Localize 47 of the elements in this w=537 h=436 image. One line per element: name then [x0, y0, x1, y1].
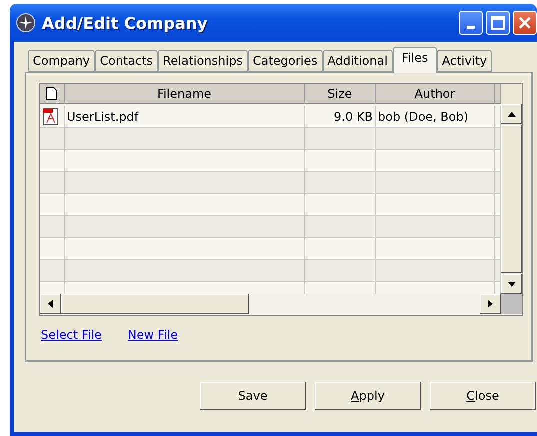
- table-cell: bob (Doe, Bob): [376, 106, 495, 128]
- pdf-file-icon: [42, 108, 60, 126]
- column-header: [495, 84, 501, 104]
- tab[interactable]: Activity: [437, 50, 492, 72]
- up-arrow-icon: [508, 112, 516, 116]
- table-cell: [305, 128, 376, 150]
- table-cell: [305, 172, 376, 194]
- table-cell: [305, 150, 376, 172]
- table-cell: UserList.pdf: [65, 106, 305, 128]
- scroll-left-button[interactable]: [40, 294, 61, 314]
- column-header[interactable]: Author: [376, 84, 495, 104]
- table-cell: [305, 216, 376, 238]
- minimize-button[interactable]: [459, 11, 483, 35]
- maximize-button[interactable]: [486, 11, 510, 35]
- table-cell: [305, 260, 376, 282]
- maximize-icon: [491, 16, 505, 30]
- left-arrow-icon: [48, 300, 53, 308]
- scrollbar-corner: [501, 294, 522, 314]
- close-button[interactable]: [513, 11, 537, 35]
- dialog-button[interactable]: Close: [430, 382, 536, 410]
- minimize-icon: [467, 26, 475, 28]
- link[interactable]: New File: [128, 328, 178, 342]
- close-icon: [518, 16, 532, 30]
- column-header[interactable]: Filename: [65, 84, 305, 104]
- scroll-right-button[interactable]: [480, 294, 501, 314]
- dialog-button[interactable]: Apply: [315, 382, 421, 410]
- tab[interactable]: Contacts: [95, 50, 158, 72]
- scrollbar-thumb[interactable]: [501, 125, 522, 273]
- tab[interactable]: Files: [392, 47, 438, 73]
- column-header[interactable]: Size: [305, 84, 376, 104]
- window-title: Add/Edit Company: [42, 14, 208, 32]
- tab[interactable]: Additional: [322, 50, 393, 72]
- scrollbar-thumb[interactable]: [61, 294, 249, 314]
- tab[interactable]: Company: [28, 50, 96, 72]
- table-cell: [305, 238, 376, 260]
- scroll-down-button[interactable]: [501, 274, 522, 294]
- table-cell: [305, 194, 376, 216]
- tab[interactable]: Relationships: [158, 50, 248, 72]
- compass-icon: [16, 13, 36, 33]
- down-arrow-icon: [508, 282, 516, 286]
- scroll-up-button[interactable]: [501, 104, 522, 124]
- right-arrow-icon: [488, 300, 493, 308]
- dialog-button[interactable]: Save: [200, 382, 306, 410]
- document-icon: [46, 86, 58, 100]
- table-cell: 9.0 KB: [305, 106, 376, 128]
- tab[interactable]: Categories: [248, 50, 323, 72]
- link[interactable]: Select File: [41, 328, 102, 342]
